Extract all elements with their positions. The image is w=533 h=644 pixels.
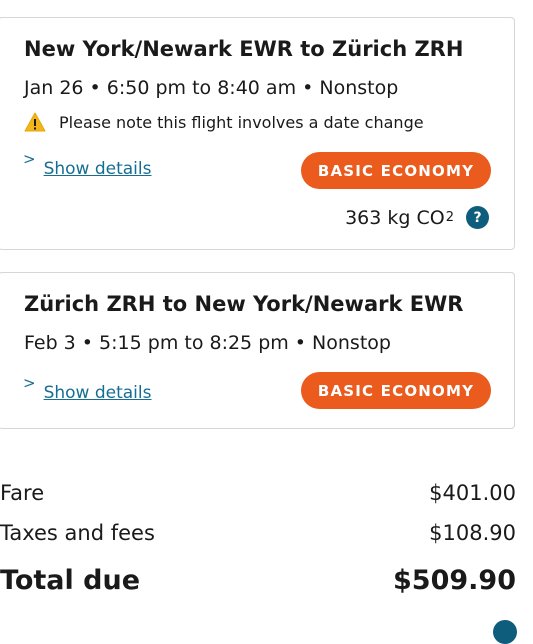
taxes-row: Taxes and fees $108.90 — [0, 521, 516, 545]
return-flight-card: Zürich ZRH to New York/Newark EWR Feb 3 … — [0, 272, 515, 429]
total-label: Total due — [0, 565, 141, 596]
co2-value: 363 kg CO — [345, 206, 445, 229]
warning-triangle-icon — [24, 112, 46, 132]
help-circle-icon[interactable] — [493, 620, 517, 644]
total-value: $509.90 — [393, 565, 516, 596]
return-schedule: Feb 3 • 5:15 pm to 8:25 pm • Nonstop — [24, 332, 391, 354]
chevron-right-icon: > — [23, 374, 36, 392]
date-change-text: Please note this flight involves a date … — [59, 112, 424, 132]
outbound-fare-class-badge[interactable]: BASIC ECONOMY — [301, 152, 491, 189]
total-row: Total due $509.90 — [0, 565, 516, 596]
fare-row: Fare $401.00 — [0, 481, 516, 505]
taxes-label: Taxes and fees — [0, 521, 155, 545]
question-circle-icon[interactable]: ? — [466, 206, 489, 229]
date-change-note: Please note this flight involves a date … — [24, 112, 424, 132]
return-fare-class-badge[interactable]: BASIC ECONOMY — [301, 372, 491, 409]
return-show-details-label[interactable]: Show details — [44, 383, 152, 403]
outbound-show-details-link[interactable]: > Show details — [23, 150, 152, 179]
co2-subscript: 2 — [445, 210, 454, 225]
fare-label: Fare — [0, 481, 45, 505]
outbound-route-title: New York/Newark EWR to Zürich ZRH — [24, 37, 464, 61]
co2-emissions: 363 kg CO 2 ? — [345, 206, 489, 229]
taxes-value: $108.90 — [429, 521, 516, 545]
chevron-right-icon: > — [23, 150, 36, 168]
outbound-show-details-label[interactable]: Show details — [44, 159, 152, 179]
return-show-details-link[interactable]: > Show details — [23, 374, 152, 403]
outbound-flight-card: New York/Newark EWR to Zürich ZRH Jan 26… — [0, 17, 515, 250]
outbound-schedule: Jan 26 • 6:50 pm to 8:40 am • Nonstop — [24, 77, 399, 99]
return-route-title: Zürich ZRH to New York/Newark EWR — [24, 292, 464, 316]
fare-value: $401.00 — [429, 481, 516, 505]
